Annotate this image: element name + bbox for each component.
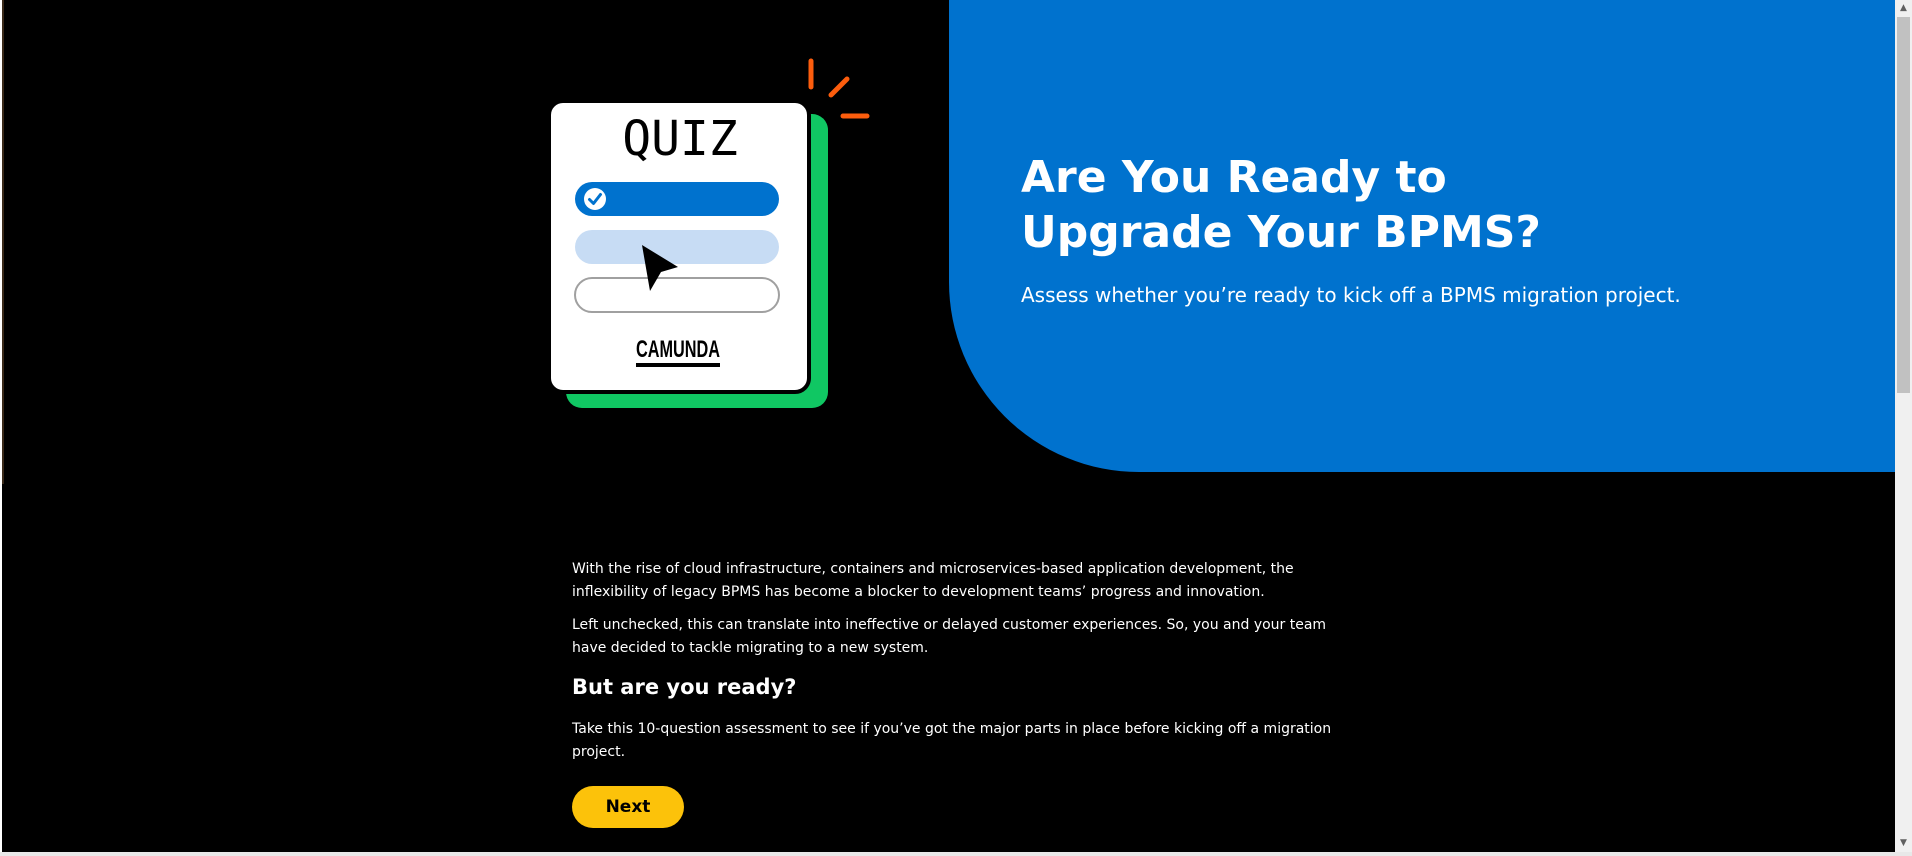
logo-underline bbox=[636, 363, 720, 367]
scroll-down-arrow-icon[interactable]: ▼ bbox=[1895, 835, 1912, 852]
intro-content: With the rise of cloud infrastructure, c… bbox=[572, 558, 1342, 828]
assessment-description: Take this 10-question assessment to see … bbox=[572, 721, 1332, 760]
scroll-thumb[interactable] bbox=[1897, 17, 1910, 393]
checkmark-icon bbox=[584, 188, 606, 210]
intro-paragraph: With the rise of cloud infrastructure, c… bbox=[572, 561, 1294, 600]
window-edge bbox=[2, 0, 4, 484]
scroll-up-arrow-icon[interactable]: ▲ bbox=[1895, 0, 1912, 17]
next-button[interactable]: Next bbox=[572, 786, 684, 828]
question-heading: But are you ready? bbox=[572, 675, 797, 699]
answer-option-empty bbox=[574, 277, 780, 313]
camunda-logo: CAMUNDA bbox=[636, 336, 720, 363]
context-paragraph: Left unchecked, this can translate into … bbox=[572, 617, 1327, 656]
quiz-illustration: QUIZ CAMUNDA bbox=[547, 58, 870, 408]
window-bottom-edge bbox=[0, 852, 1912, 856]
vertical-scrollbar[interactable]: ▲ ▼ bbox=[1895, 0, 1912, 852]
quiz-page: Are You Ready to Upgrade Your BPMS? Asse… bbox=[2, 0, 1895, 852]
hero-title: Are You Ready to Upgrade Your BPMS? bbox=[1021, 152, 1541, 258]
answer-option-hover bbox=[575, 230, 779, 264]
quiz-heading: QUIZ bbox=[622, 111, 738, 167]
hero-subtitle: Assess whether you’re ready to kick off … bbox=[1021, 283, 1681, 307]
spark-icon bbox=[808, 58, 870, 119]
